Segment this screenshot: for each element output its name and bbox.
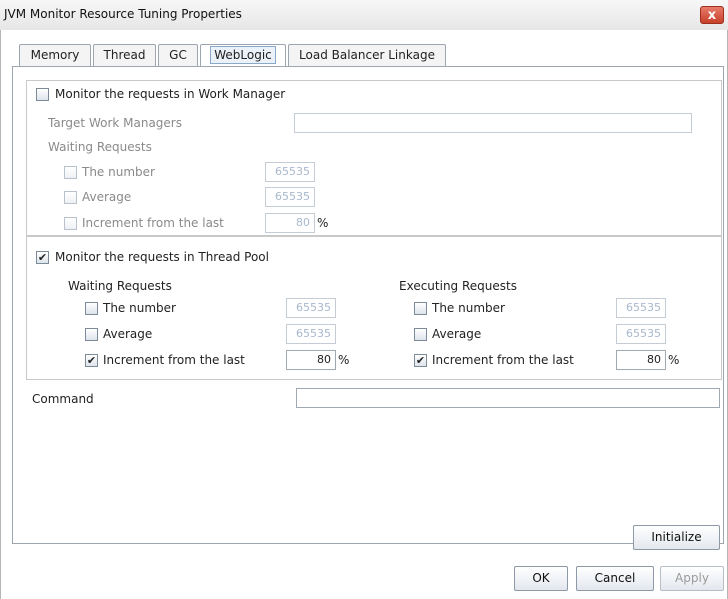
wm-average-input[interactable]: 65535 (265, 187, 315, 207)
wm-percent-label: % (317, 216, 329, 230)
tp-executing-number-label: The number (432, 301, 505, 315)
tp-executing-number-checkbox[interactable] (414, 302, 427, 315)
tp-waiting-number-checkbox[interactable] (85, 302, 98, 315)
command-label: Command (32, 392, 94, 406)
tab-label: WebLogic (210, 46, 276, 64)
tp-waiting-average-input[interactable]: 65535 (286, 324, 336, 344)
work-manager-group (26, 80, 722, 236)
thread-pool-checkbox-label: Monitor the requests in Thread Pool (55, 250, 269, 264)
work-manager-checkbox-label: Monitor the requests in Work Manager (55, 87, 286, 101)
tp-waiting-number-input[interactable]: 65535 (286, 298, 336, 318)
wm-increment-label: Increment from the last (82, 216, 224, 230)
window-title: JVM Monitor Resource Tuning Properties (4, 7, 242, 21)
tab-gc[interactable]: GC (158, 44, 198, 66)
tp-executing-increment-checkbox[interactable]: ✔ (414, 354, 427, 367)
wm-number-label: The number (82, 165, 155, 179)
wm-average-checkbox[interactable] (64, 191, 77, 204)
tp-executing-requests-label: Executing Requests (399, 279, 517, 293)
ok-button[interactable]: OK (514, 566, 568, 591)
tp-executing-increment-input[interactable]: 80 (616, 350, 666, 370)
tp-waiting-increment-label: Increment from the last (103, 353, 245, 367)
tab-memory[interactable]: Memory (19, 44, 91, 66)
tab-label: Load Balancer Linkage (299, 48, 435, 62)
tab-label: Memory (30, 48, 80, 62)
cancel-button[interactable]: Cancel (576, 566, 654, 591)
tp-executing-number-input[interactable]: 65535 (616, 298, 666, 318)
wm-average-label: Average (82, 190, 132, 204)
tp-waiting-number-label: The number (103, 301, 176, 315)
target-work-managers-label: Target Work Managers (48, 116, 182, 130)
work-manager-checkbox[interactable] (36, 88, 49, 101)
tp-executing-average-checkbox[interactable] (414, 328, 427, 341)
tp-waiting-percent-label: % (338, 353, 350, 367)
tp-waiting-average-checkbox[interactable] (85, 328, 98, 341)
tp-waiting-increment-checkbox[interactable]: ✔ (85, 354, 98, 367)
wm-increment-checkbox[interactable] (64, 217, 77, 230)
title-bar: JVM Monitor Resource Tuning Properties x (0, 0, 728, 31)
tp-executing-average-label: Average (432, 327, 482, 341)
tab-thread[interactable]: Thread (93, 44, 156, 66)
command-input[interactable] (296, 388, 720, 408)
wm-waiting-requests-label: Waiting Requests (48, 140, 152, 154)
tab-weblogic[interactable]: WebLogic (200, 44, 286, 67)
tab-label: GC (169, 48, 187, 62)
tp-executing-percent-label: % (668, 353, 680, 367)
wm-number-input[interactable]: 65535 (265, 162, 315, 182)
tp-waiting-increment-input[interactable]: 80 (286, 350, 336, 370)
wm-number-checkbox[interactable] (64, 166, 77, 179)
tp-waiting-average-label: Average (103, 327, 153, 341)
tab-label: Thread (103, 48, 146, 62)
tp-executing-average-input[interactable]: 65535 (616, 324, 666, 344)
wm-increment-input[interactable]: 80 (265, 213, 315, 233)
target-work-managers-input[interactable] (294, 113, 692, 133)
close-button[interactable]: x (700, 6, 724, 24)
close-icon: x (707, 8, 717, 23)
apply-button[interactable]: Apply (660, 566, 724, 591)
tp-waiting-requests-label: Waiting Requests (68, 279, 172, 293)
thread-pool-checkbox[interactable]: ✔ (36, 251, 49, 264)
tp-executing-increment-label: Increment from the last (432, 353, 574, 367)
tab-load-balancer-linkage[interactable]: Load Balancer Linkage (288, 44, 446, 66)
